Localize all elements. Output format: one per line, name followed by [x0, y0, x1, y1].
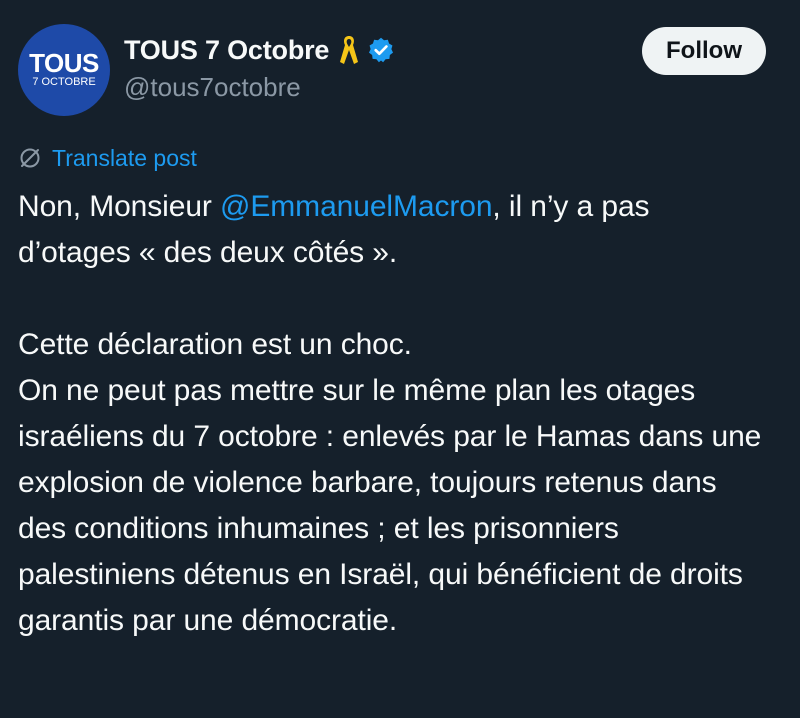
translate-post-link[interactable]: Translate post [52, 145, 197, 172]
post-text-segment: Non, Monsieur [18, 190, 221, 223]
avatar-logo-text: TOUS [29, 48, 99, 78]
author-name-row: TOUS 7 Octobre [124, 30, 395, 70]
avatar-logo-subtext: 7 OCTOBRE [32, 76, 96, 88]
display-name[interactable]: TOUS 7 Octobre [124, 35, 329, 66]
post-paragraph-2-line-2: On ne peut pas mettre sur le même plan l… [18, 374, 762, 637]
avatar[interactable]: TOUS 7 OCTOBRE [18, 24, 110, 116]
verified-badge-icon[interactable] [367, 36, 395, 64]
mention-link[interactable]: @EmmanuelMacron [220, 190, 492, 223]
author-handle[interactable]: @tous7octobre [124, 72, 395, 103]
author-info: TOUS 7 Octobre @tous7octobre [124, 30, 395, 103]
post-paragraph-2-line-1: Cette déclaration est un choc. [18, 328, 412, 361]
globe-icon [20, 148, 40, 168]
follow-button[interactable]: Follow [642, 27, 766, 75]
translate-post[interactable]: Translate post [18, 142, 197, 174]
post-header: TOUS 7 OCTOBRE TOUS 7 Octobre @tous7octo… [18, 24, 766, 118]
yellow-ribbon-icon [340, 36, 359, 64]
post-body: Non, Monsieur @EmmanuelMacron, il n’y a … [18, 184, 770, 644]
post-card: TOUS 7 OCTOBRE TOUS 7 Octobre @tous7octo… [0, 0, 800, 718]
post-paragraph-1: Non, Monsieur @EmmanuelMacron, il n’y a … [18, 184, 770, 276]
